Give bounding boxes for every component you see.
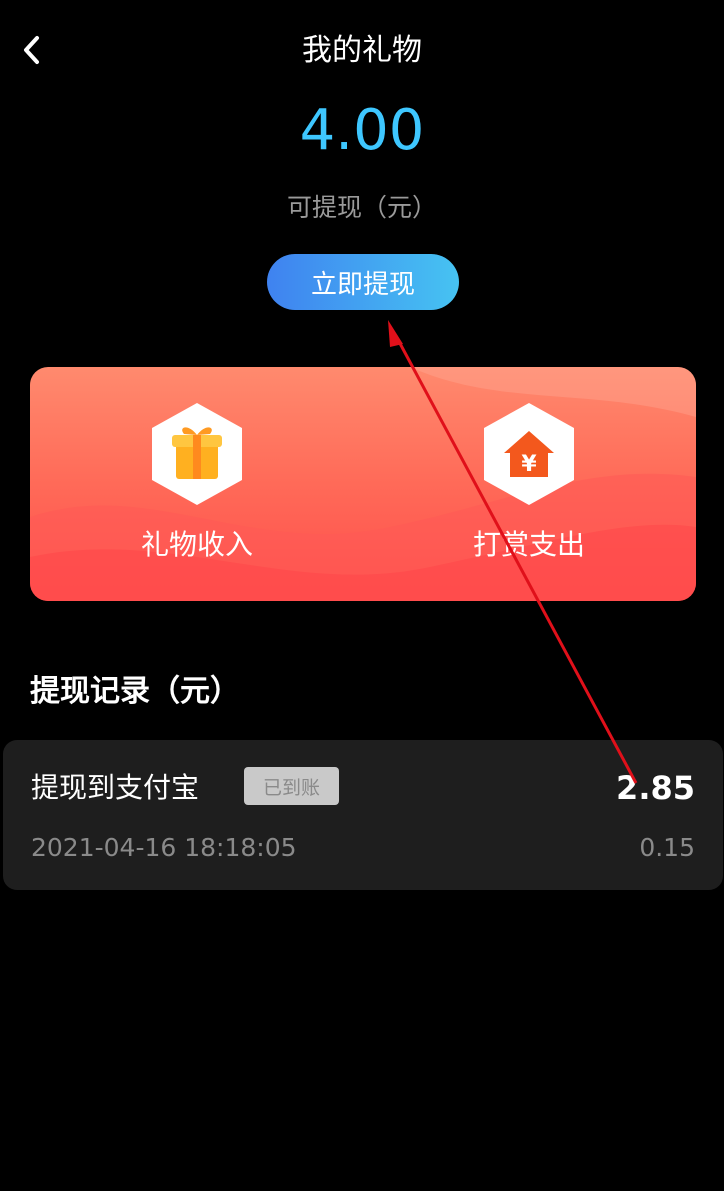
- balance-amount: 4.00: [299, 98, 425, 163]
- status-badge: 已到账: [244, 767, 339, 805]
- withdraw-button[interactable]: 立即提现: [267, 254, 459, 310]
- record-title: 提现到支付宝: [31, 771, 200, 804]
- gift-icon: [152, 403, 242, 505]
- header-bar: 我的礼物: [0, 0, 724, 100]
- tip-expense-item[interactable]: ¥ 打赏支出: [429, 401, 629, 571]
- gift-summary-card: 礼物收入 ¥ 打赏支出: [30, 367, 696, 601]
- gift-income-item[interactable]: 礼物收入: [97, 401, 297, 571]
- withdraw-record-row[interactable]: 提现到支付宝 已到账 2.85 2021-04-16 18:18:05 0.15: [3, 740, 723, 890]
- withdraw-records-title: 提现记录（元）: [30, 674, 240, 709]
- tip-expense-label: 打赏支出: [472, 528, 585, 561]
- record-amount: 2.85: [616, 769, 695, 807]
- record-timestamp: 2021-04-16 18:18:05: [31, 833, 297, 862]
- yuan-house-icon: ¥: [484, 403, 574, 505]
- svg-text:¥: ¥: [521, 452, 537, 477]
- record-fee: 0.15: [639, 833, 695, 862]
- balance-label: 可提现（元）: [286, 193, 437, 222]
- page-title: 我的礼物: [302, 33, 422, 68]
- gift-income-label: 礼物收入: [140, 528, 253, 561]
